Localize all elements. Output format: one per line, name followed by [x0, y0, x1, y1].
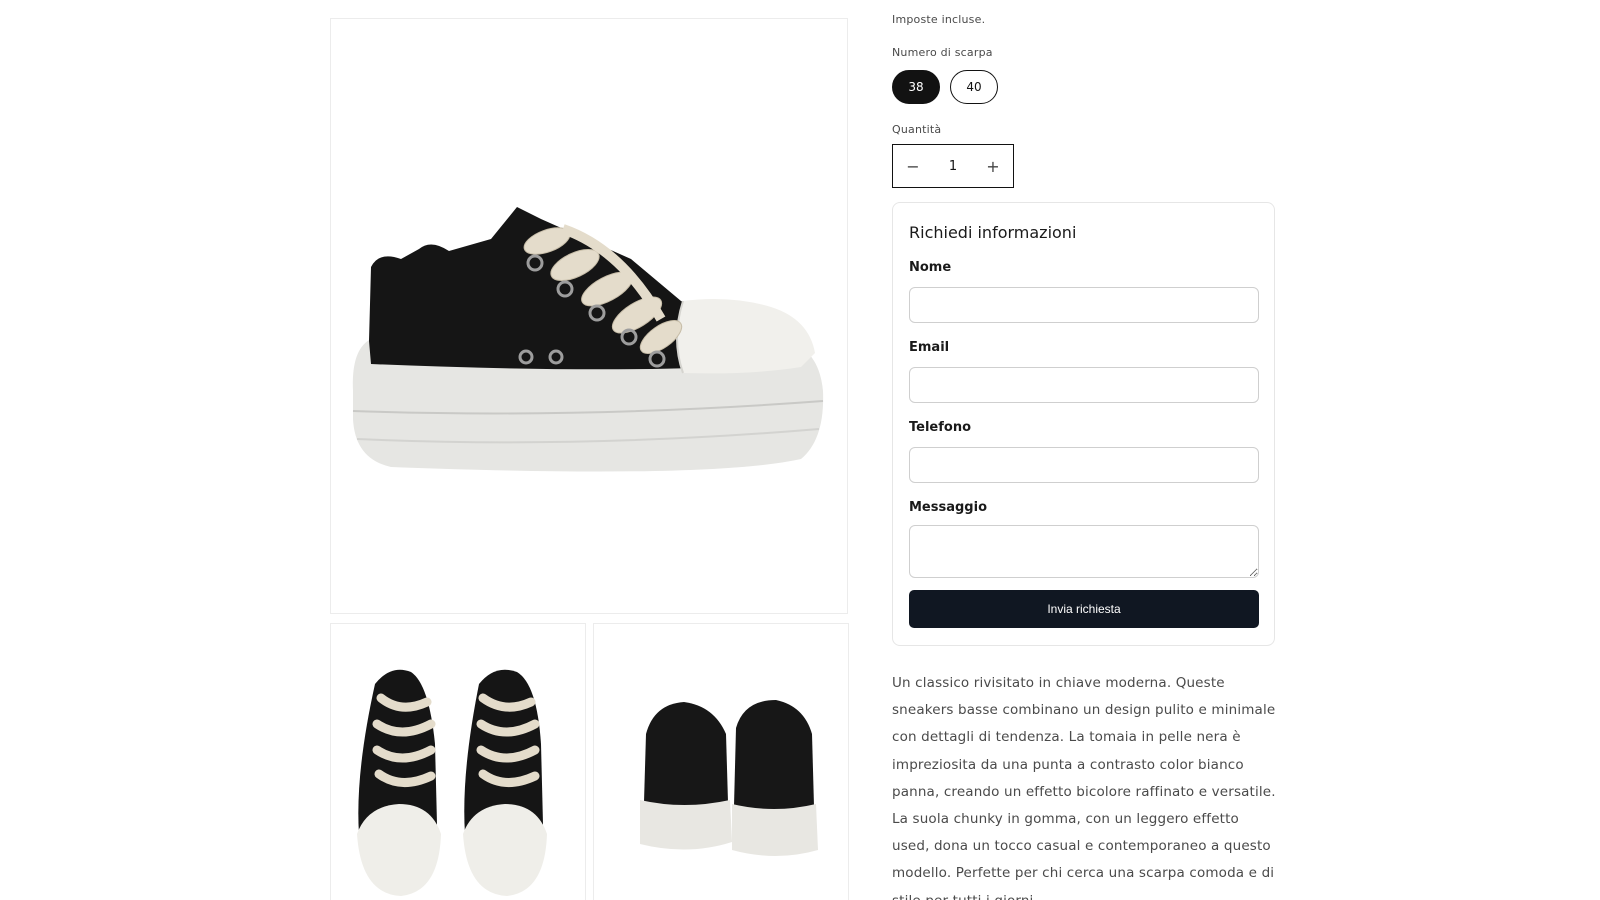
product-thumbnail-back[interactable]: [593, 623, 849, 900]
product-thumbnail-front[interactable]: [330, 623, 586, 900]
name-field[interactable]: [909, 287, 1259, 323]
sneaker-back-pair-image: [640, 700, 818, 856]
phone-label: Telefono: [909, 420, 972, 435]
product-main-image[interactable]: [330, 18, 848, 614]
sneaker-side-image: [352, 207, 824, 472]
quantity-stepper: − +: [892, 144, 1014, 188]
product-description: Un classico rivisitato in chiave moderna…: [892, 675, 1276, 900]
inquiry-title: Richiedi informazioni: [909, 223, 1077, 242]
size-label: Numero di scarpa: [892, 46, 993, 59]
size-option-38[interactable]: 38: [892, 70, 940, 104]
product-page: Imposte incluse. Numero di scarpa 38 40 …: [0, 0, 1600, 900]
message-label: Messaggio: [909, 500, 987, 515]
quantity-label: Quantità: [892, 123, 942, 136]
size-option-40[interactable]: 40: [950, 70, 998, 104]
message-field[interactable]: [909, 525, 1259, 578]
phone-field[interactable]: [909, 447, 1259, 483]
quantity-increase-button[interactable]: +: [973, 145, 1013, 187]
quantity-input[interactable]: [933, 146, 973, 186]
email-label: Email: [909, 340, 950, 355]
submit-inquiry-button[interactable]: Invia richiesta: [909, 590, 1259, 628]
tax-note: Imposte incluse.: [892, 13, 986, 26]
inquiry-form: Richiedi informazioni Nome Email Telefon…: [892, 202, 1275, 646]
name-label: Nome: [909, 260, 952, 275]
email-field[interactable]: [909, 367, 1259, 403]
sneaker-front-pair-image: [357, 669, 547, 896]
quantity-decrease-button[interactable]: −: [893, 145, 933, 187]
